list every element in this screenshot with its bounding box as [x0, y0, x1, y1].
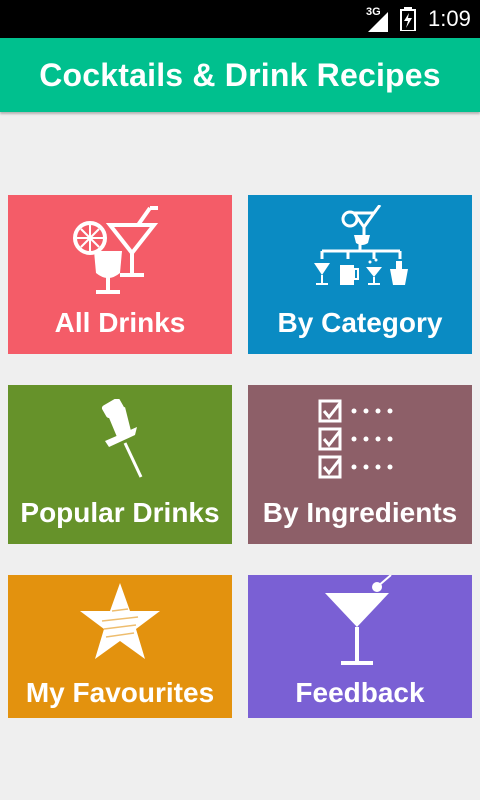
- by-category-label: By Category: [277, 307, 443, 338]
- by-ingredients-label: By Ingredients: [262, 497, 458, 528]
- all-drinks-tile[interactable]: All Drinks: [8, 195, 232, 354]
- by-ingredients-tile[interactable]: By Ingredients: [248, 385, 472, 544]
- popular-drinks-label: Popular Drinks: [20, 497, 220, 528]
- app-bar: Cocktails & Drink Recipes: [0, 38, 480, 112]
- category-tree-icon: [314, 205, 408, 285]
- clock: 1:09: [428, 6, 471, 31]
- checklist-icon: [318, 399, 393, 479]
- popular-drinks-tile[interactable]: Popular Drinks: [8, 385, 232, 544]
- feedback-label: Feedback: [295, 677, 425, 708]
- status-bar: 3G 1:09: [0, 0, 480, 38]
- by-category-tile[interactable]: By Category: [248, 195, 472, 354]
- cocktail-glasses-icon: [73, 206, 159, 294]
- app-title: Cocktails & Drink Recipes: [39, 56, 441, 93]
- feedback-tile[interactable]: Feedback: [248, 575, 472, 718]
- all-drinks-label: All Drinks: [54, 307, 186, 338]
- pushpin-icon: [101, 399, 143, 478]
- star-icon: [80, 583, 160, 659]
- my-favourites-tile[interactable]: My Favourites: [8, 575, 232, 718]
- my-favourites-label: My Favourites: [25, 677, 215, 708]
- martini-icon: [325, 575, 392, 665]
- signal-icon: [368, 12, 388, 32]
- battery-icon: [400, 7, 416, 31]
